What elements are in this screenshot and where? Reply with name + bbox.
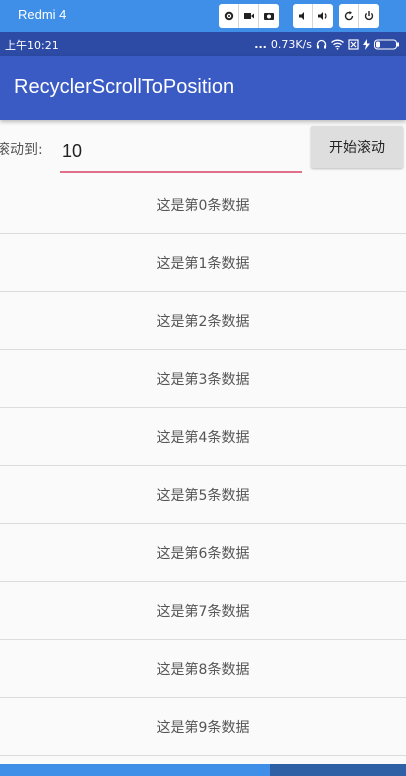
charging-icon — [363, 38, 370, 50]
no-sim-icon — [348, 38, 359, 50]
headset-icon — [316, 39, 327, 50]
start-scroll-button[interactable]: 开始滚动 — [311, 126, 403, 168]
list-item[interactable]: 这是第2条数据 — [0, 292, 406, 350]
emulator-media-controls — [219, 4, 279, 28]
list-item[interactable]: 这是第0条数据 — [0, 176, 406, 234]
list-item[interactable]: 这是第1条数据 — [0, 234, 406, 292]
list-item[interactable]: 这是第8条数据 — [0, 640, 406, 698]
wifi-icon — [331, 39, 344, 50]
gear-icon[interactable] — [219, 4, 239, 28]
list-item[interactable]: 这是第5条数据 — [0, 466, 406, 524]
list-item[interactable]: 这是第7条数据 — [0, 582, 406, 640]
emulator-title: Redmi 4 — [18, 7, 67, 22]
emulator-volume-controls — [293, 4, 333, 28]
status-bar: 上午10:21 ... 0.73K/s — [0, 32, 406, 56]
status-dots: ... — [254, 37, 267, 51]
video-icon[interactable] — [239, 4, 259, 28]
emulator-title-bar: Redmi 4 — [0, 0, 406, 32]
battery-icon — [374, 39, 400, 50]
power-icon[interactable] — [359, 4, 379, 28]
recycler-list[interactable]: 这是第0条数据 这是第1条数据 这是第2条数据 这是第3条数据 这是第4条数据 … — [0, 176, 406, 756]
list-item[interactable]: 这是第9条数据 — [0, 698, 406, 756]
volume-down-icon[interactable] — [293, 4, 313, 28]
scroll-control-row: 滚动到: 开始滚动 — [0, 120, 406, 176]
network-speed: 0.73K/s — [270, 37, 312, 51]
status-time: 上午10:21 — [5, 39, 59, 52]
scroll-to-label: 滚动到: — [0, 142, 43, 158]
camera-icon[interactable] — [259, 4, 279, 28]
app-toolbar: RecyclerScrollToPosition — [0, 56, 406, 120]
status-indicators: ... 0.73K/s — [254, 35, 400, 53]
volume-up-icon[interactable] — [313, 4, 333, 28]
emulator-power-controls — [339, 4, 379, 28]
rotate-icon[interactable] — [339, 4, 359, 28]
list-item[interactable]: 这是第4条数据 — [0, 408, 406, 466]
bottom-strip-segment — [270, 764, 406, 776]
toolbar-title: RecyclerScrollToPosition — [14, 76, 235, 98]
list-item[interactable]: 这是第3条数据 — [0, 350, 406, 408]
list-item[interactable]: 这是第6条数据 — [0, 524, 406, 582]
position-input[interactable] — [60, 131, 302, 173]
